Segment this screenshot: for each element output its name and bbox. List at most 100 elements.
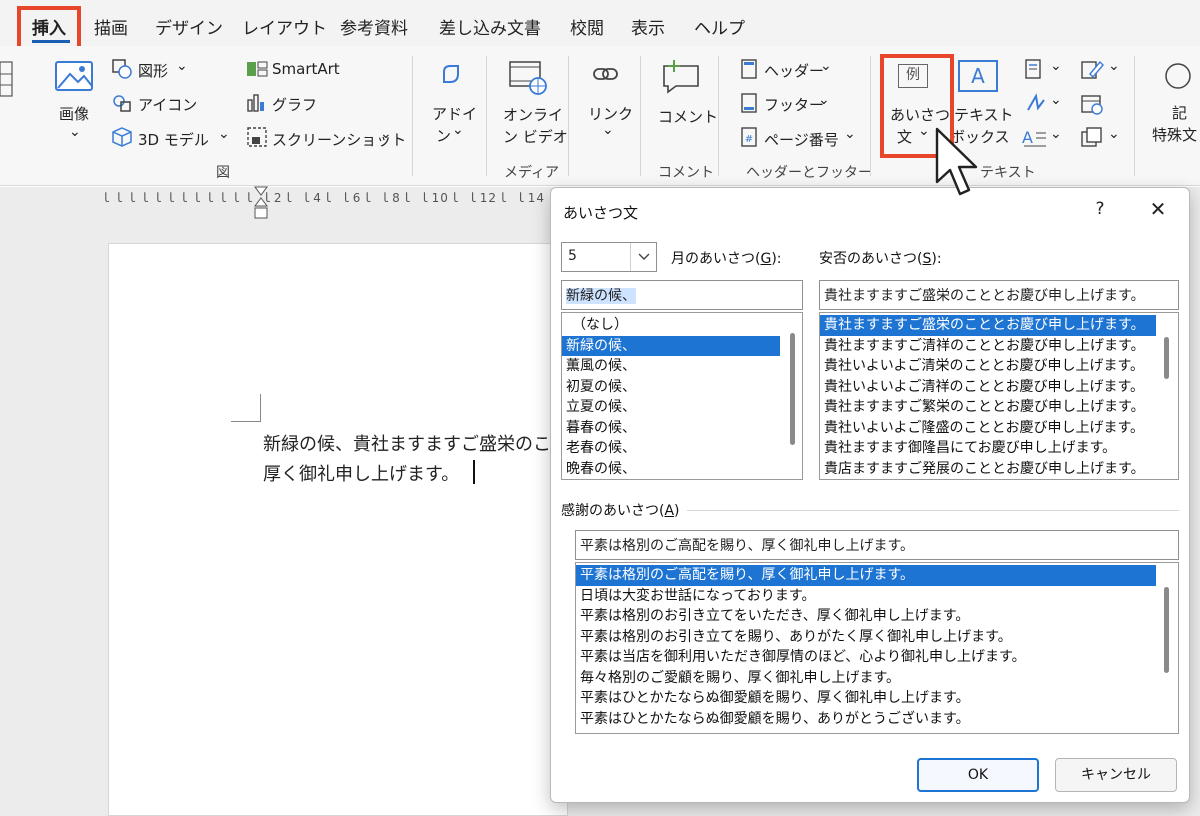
tab-design[interactable]: デザイン xyxy=(155,14,223,39)
close-button[interactable]: ✕ xyxy=(1145,196,1171,222)
symbols-button[interactable]: 記 xyxy=(1172,102,1187,123)
drop-cap-icon[interactable]: A xyxy=(1020,126,1048,148)
screenshot-chevron-icon[interactable]: ⌄ xyxy=(380,126,392,142)
3d-models-chevron-icon[interactable]: ⌄ xyxy=(218,126,230,142)
list-item[interactable]: 平素は格別のお引き立てをいただき、厚く御礼申し上げます。 xyxy=(576,606,1156,627)
list-item[interactable]: 平素はひとかたならぬ御愛顧を賜り、厚く御礼申し上げます。 xyxy=(576,688,1156,709)
safety-greeting-label: 安否のあいさつ(S): xyxy=(819,251,942,267)
list-item[interactable]: 貴社いよいよご清祥のこととお慶び申し上げます。 xyxy=(820,377,1156,398)
safety-greeting-list[interactable]: 貴社ますますご盛栄のこととお慶び申し上げます。 貴社ますますご清祥のこととお慶び… xyxy=(819,312,1179,480)
thanks-greeting-list[interactable]: 平素は格別のご高配を賜り、厚く御礼申し上げます。 日頃は大変お世話になっておりま… xyxy=(575,562,1179,734)
list-item[interactable]: 毎々格別のご愛顧を賜り、厚く御礼申し上げます。 xyxy=(576,668,1156,689)
tab-mailings[interactable]: 差し込み文書 xyxy=(439,14,541,39)
link-chevron-icon[interactable]: ⌄ xyxy=(602,122,614,138)
list-item[interactable]: 晩春の候、 xyxy=(562,459,780,480)
list-item[interactable]: 貴社ますますご清祥のこととお慶び申し上げます。 xyxy=(820,336,1156,357)
month-value: 5 xyxy=(568,248,577,264)
shapes-button[interactable]: 図形 xyxy=(138,60,168,81)
images-button[interactable]: 画像 xyxy=(59,103,89,124)
thanks-greeting-input[interactable]: 平素は格別のご高配を賜り、厚く御礼申し上げます。 xyxy=(575,530,1179,560)
text-caret xyxy=(473,460,475,484)
object-chevron-icon[interactable]: ⌄ xyxy=(1108,126,1120,142)
safety-list-scrollbar[interactable] xyxy=(1164,337,1169,379)
list-item[interactable]: 平素は当店を御利用いただき御厚情のほど、心より御礼申し上げます。 xyxy=(576,647,1156,668)
month-select[interactable]: 5 xyxy=(561,242,657,272)
page-number-button[interactable]: ページ番号 xyxy=(764,129,839,150)
link-button[interactable]: リンク xyxy=(588,103,633,124)
ribbon-separator xyxy=(486,56,487,176)
help-button[interactable]: ? xyxy=(1087,196,1113,222)
special-chars-button[interactable]: 特殊文 xyxy=(1152,124,1197,145)
list-item[interactable]: 貴社ますますご繁栄のこととお慶び申し上げます。 xyxy=(820,397,1156,418)
wordart-chevron-icon[interactable]: ⌄ xyxy=(1050,92,1062,108)
image-icon[interactable] xyxy=(54,60,94,92)
ruler-indent-marker-icon[interactable] xyxy=(254,186,268,220)
wordart-icon[interactable] xyxy=(1024,92,1048,114)
ribbon-separator xyxy=(640,56,641,176)
month-dropdown-button[interactable] xyxy=(630,243,656,271)
tab-layout[interactable]: レイアウト xyxy=(242,14,327,39)
footer-chevron-icon[interactable]: ⌄ xyxy=(818,92,830,108)
greeting-dialog: あいさつ文 ? ✕ 5 月のあいさつ(G): 安否のあいさつ(S): 新緑の候、… xyxy=(550,187,1190,803)
addins-chevron-icon[interactable]: ⌄ xyxy=(452,122,464,138)
signature-line-chevron-icon[interactable]: ⌄ xyxy=(1108,58,1120,74)
header-chevron-icon[interactable]: ⌄ xyxy=(820,58,832,74)
ok-button[interactable]: OK xyxy=(917,758,1039,792)
icons-button[interactable]: アイコン xyxy=(138,94,197,115)
list-item[interactable]: 平素は格別のご高配を賜り、厚く御礼申し上げます。 xyxy=(576,565,1156,586)
list-item[interactable]: 貴社ますます御隆昌にてお慶び申し上げます。 xyxy=(820,438,1156,459)
comment-button[interactable]: コメント xyxy=(658,106,718,127)
month-greeting-list[interactable]: （なし） 新緑の候、 薫風の候、 初夏の候、 立夏の候、 暮春の候、 老春の候、… xyxy=(561,312,803,480)
list-item[interactable]: 老春の候、 xyxy=(562,438,780,459)
tab-view[interactable]: 表示 xyxy=(631,14,665,39)
tab-draw[interactable]: 描画 xyxy=(94,14,128,39)
addins-button-line2[interactable]: ン xyxy=(436,125,451,146)
online-video-button-line2[interactable]: ン ビデオ xyxy=(503,126,568,147)
3d-models-button[interactable]: 3D モデル xyxy=(138,129,209,150)
list-item[interactable]: （なし） xyxy=(562,315,780,336)
textbox-button[interactable]: テキスト xyxy=(954,104,1014,125)
quick-parts-chevron-icon[interactable]: ⌄ xyxy=(1050,58,1062,74)
smartart-icon xyxy=(247,61,268,77)
list-item[interactable]: 日頃は大変お世話になっております。 xyxy=(576,586,1156,607)
online-video-button[interactable]: オンライ xyxy=(503,104,563,125)
list-item[interactable]: 新緑の候、 xyxy=(562,335,780,356)
images-dropdown-chevron-icon[interactable]: ⌄ xyxy=(69,124,81,140)
group-label-illustrations: 図 xyxy=(216,165,230,181)
list-item[interactable]: 貴社いよいよご隆盛のこととお慶び申し上げます。 xyxy=(820,418,1156,439)
list-item[interactable]: 貴店ますますご発展のこととお慶び申し上げます。 xyxy=(820,459,1156,480)
list-item[interactable]: 貴社いよいよご清栄のこととお慶び申し上げます。 xyxy=(820,356,1156,377)
list-item[interactable]: 立夏の候、 xyxy=(562,397,780,418)
drop-cap-chevron-icon[interactable]: ⌄ xyxy=(1050,126,1062,142)
month-list-scrollbar[interactable] xyxy=(790,333,795,445)
footer-button[interactable]: フッター xyxy=(764,94,824,115)
list-item[interactable]: 初夏の候、 xyxy=(562,377,780,398)
safety-greeting-input[interactable]: 貴社ますますご盛栄のこととお慶び申し上げます。 xyxy=(819,280,1179,310)
addins-button[interactable]: アドイ xyxy=(432,103,477,124)
cancel-button[interactable]: キャンセル xyxy=(1055,758,1177,792)
date-time-icon[interactable] xyxy=(1080,92,1104,116)
thanks-list-scrollbar[interactable] xyxy=(1164,587,1169,673)
shapes-chevron-icon[interactable]: ⌄ xyxy=(176,58,188,74)
document-page[interactable]: 新緑の候、貴社ますますご盛栄のこ 厚く御礼申し上げます。 xyxy=(108,243,568,816)
divider xyxy=(687,510,1179,511)
list-item[interactable]: 薫風の候、 xyxy=(562,356,780,377)
smartart-button[interactable]: SmartArt xyxy=(272,60,340,78)
chart-button[interactable]: グラフ xyxy=(272,94,317,115)
tab-references[interactable]: 参考資料 xyxy=(340,14,408,39)
header-button[interactable]: ヘッダー xyxy=(764,60,824,81)
page-number-chevron-icon[interactable]: ⌄ xyxy=(844,126,856,142)
object-icon[interactable] xyxy=(1080,126,1104,150)
list-item[interactable]: 平素は格別のお引き立てを賜り、ありがたく厚く御礼申し上げます。 xyxy=(576,627,1156,648)
list-item[interactable]: 暮春の候、 xyxy=(562,418,780,439)
tab-help[interactable]: ヘルプ xyxy=(694,14,745,39)
page-number-icon: # xyxy=(741,127,757,147)
month-greeting-input[interactable]: 新緑の候、 xyxy=(561,280,803,310)
list-item[interactable]: 貴社ますますご盛栄のこととお慶び申し上げます。 xyxy=(820,315,1156,336)
signature-line-icon[interactable] xyxy=(1080,58,1104,80)
list-item[interactable]: 平素はひとかたならぬ御愛顧を賜り、ありがとうございます。 xyxy=(576,709,1156,730)
dialog-title: あいさつ文 xyxy=(563,204,639,222)
quick-parts-icon[interactable] xyxy=(1024,58,1044,80)
group-label-text: テキスト xyxy=(980,165,1036,181)
tab-review[interactable]: 校閲 xyxy=(570,14,604,39)
